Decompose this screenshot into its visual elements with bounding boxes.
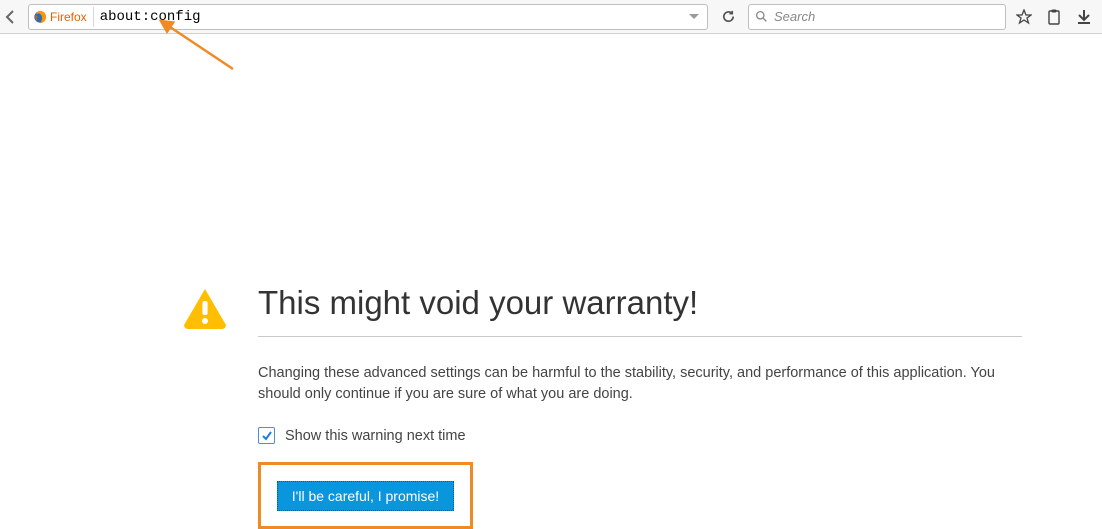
browser-toolbar: Firefox — [0, 0, 1102, 34]
search-icon — [755, 10, 768, 23]
identity-label: Firefox — [50, 10, 87, 24]
star-icon — [1016, 9, 1032, 25]
dropdown-icon[interactable] — [689, 14, 699, 20]
url-bar[interactable]: Firefox — [28, 4, 708, 30]
back-button[interactable] — [0, 2, 22, 32]
firefox-logo-icon — [33, 10, 47, 24]
annotation-highlight-box: I'll be careful, I promise! — [258, 462, 473, 529]
page-title: This might void your warranty! — [258, 284, 1022, 337]
urlbar-actions — [689, 14, 703, 20]
url-input[interactable] — [98, 6, 685, 28]
checkmark-icon — [261, 430, 273, 442]
clipboard-icon — [1047, 9, 1061, 25]
search-bar[interactable] — [748, 4, 1006, 30]
warning-description: Changing these advanced settings can be … — [258, 363, 1022, 405]
show-warning-checkbox-row[interactable]: Show this warning next time — [258, 427, 1022, 444]
search-input[interactable] — [774, 6, 999, 28]
identity-box[interactable]: Firefox — [33, 7, 94, 27]
checkbox-label: Show this warning next time — [285, 428, 466, 444]
bookmark-button[interactable] — [1012, 4, 1036, 30]
reload-button[interactable] — [714, 4, 742, 30]
warning-triangle-icon — [182, 287, 228, 329]
download-arrow-icon — [1077, 9, 1091, 25]
checkbox[interactable] — [258, 427, 275, 444]
warning-page: This might void your warranty! Changing … — [0, 34, 1102, 529]
confirm-button[interactable]: I'll be careful, I promise! — [277, 481, 454, 511]
downloads-button[interactable] — [1072, 4, 1096, 30]
reload-icon — [721, 9, 736, 24]
clipboard-button[interactable] — [1042, 4, 1066, 30]
back-arrow-icon — [3, 9, 19, 25]
